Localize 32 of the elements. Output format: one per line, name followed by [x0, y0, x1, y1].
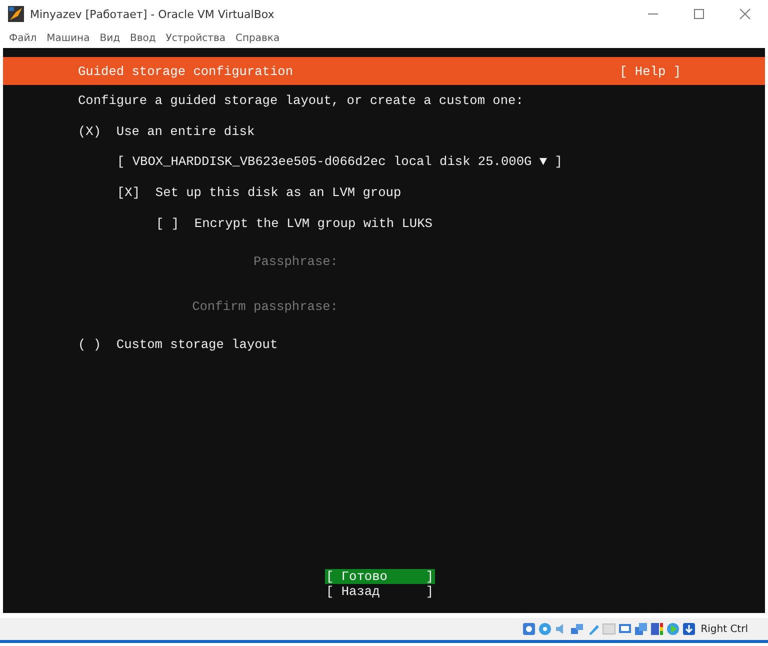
radio-mark[interactable]: ( ): [78, 337, 102, 352]
download-icon[interactable]: [682, 622, 696, 636]
field-label: Passphrase:: [254, 254, 338, 269]
checkbox-mark[interactable]: [X]: [117, 184, 140, 200]
option-label[interactable]: Custom storage layout: [116, 337, 278, 352]
disc-icon[interactable]: [538, 622, 552, 636]
display-icon[interactable]: [618, 622, 632, 636]
menu-button[interactable]: [ Назад ]: [325, 584, 435, 599]
menu-item[interactable]: Устройства: [160, 32, 231, 44]
host-key-label: Right Ctrl: [700, 624, 748, 634]
windows-icon[interactable]: [634, 622, 648, 636]
help-button[interactable]: [ Help ]: [620, 64, 681, 78]
option-label[interactable]: Set up this disk as an LVM group: [155, 184, 402, 200]
disk-dropdown[interactable]: [ VBOX_HARDDISK_VB623ee505-d066d2ec local disk 25.000G ▼ ]: [117, 154, 562, 170]
screen-title: Guided storage configuration: [78, 64, 294, 78]
option-label[interactable]: Use an entire disk: [116, 124, 255, 139]
radio-mark[interactable]: (X): [78, 124, 102, 139]
cpu-meter-icon[interactable]: [650, 622, 664, 636]
maximize-icon[interactable]: [693, 8, 705, 20]
intro-text: Configure a guided storage layout, or create a custom one:: [78, 92, 524, 108]
checkbox-mark[interactable]: [ ]: [156, 216, 180, 231]
field-label: Confirm passphrase:: [192, 299, 338, 314]
window-title: Minyazev [Работает] - Oracle VM VirtualBox: [30, 8, 276, 20]
menu-item[interactable]: Файл: [4, 32, 42, 44]
close-icon[interactable]: [739, 8, 751, 20]
menu-item[interactable]: Ввод: [125, 32, 161, 44]
menu-button[interactable]: [ Готово ]: [325, 569, 435, 584]
menu-item[interactable]: Машина: [42, 32, 95, 44]
app-logo-icon: [8, 6, 24, 22]
option-label[interactable]: Encrypt the LVM group with LUKS: [194, 216, 432, 231]
menu-item[interactable]: Вид: [94, 32, 125, 44]
menu-item[interactable]: Справка: [230, 32, 285, 44]
